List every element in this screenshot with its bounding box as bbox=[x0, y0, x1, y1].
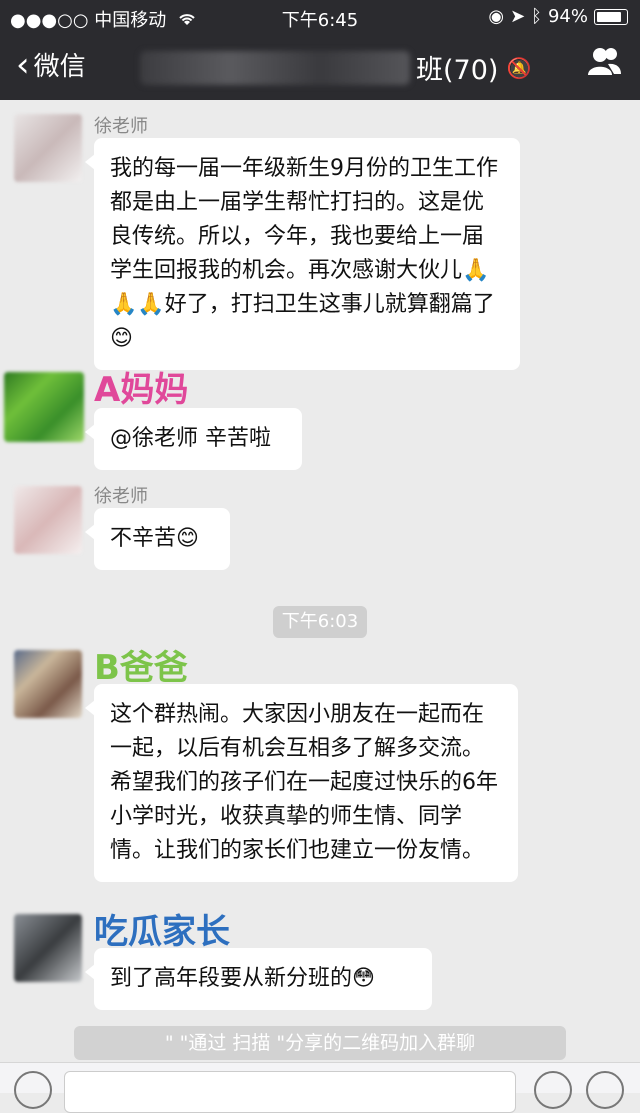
avatar[interactable] bbox=[14, 650, 82, 718]
message-input[interactable] bbox=[64, 1071, 516, 1113]
people-icon bbox=[588, 48, 621, 75]
chevron-left-icon: ‹ bbox=[16, 44, 30, 85]
avatar[interactable] bbox=[14, 114, 82, 182]
message-bubble[interactable]: 不辛苦😊 bbox=[85, 508, 230, 570]
battery-icon bbox=[594, 8, 628, 25]
plus-icon[interactable] bbox=[586, 1071, 624, 1109]
voice-icon[interactable] bbox=[14, 1071, 52, 1109]
bluetooth-icon: ᛒ bbox=[531, 6, 542, 27]
message-bubble[interactable]: 这个群热闹。大家因小朋友在一起而在一起，以后有机会互相多了解多交流。希望我们的孩… bbox=[85, 684, 518, 882]
status-bar: ●●●○○ 中国移动 下午6:45 ◉ ➤ ᛒ 94% bbox=[0, 0, 640, 32]
chat-area[interactable]: 徐老师 我的每一届一年级新生9月份的卫生工作都是由上一届学生帮忙打扫的。这是优良… bbox=[0, 100, 640, 1060]
system-join-notice: " "通过 扫描 "分享的二维码加入群聊 bbox=[74, 1026, 566, 1060]
sender-name: 徐老师 bbox=[94, 486, 148, 507]
message-bubble[interactable]: 我的每一届一年级新生9月份的卫生工作都是由上一届学生帮忙打扫的。这是优良传统。所… bbox=[85, 138, 520, 370]
location-icon: ➤ bbox=[510, 6, 526, 27]
avatar[interactable] bbox=[14, 914, 82, 982]
input-bar bbox=[0, 1062, 640, 1113]
chat-title: 班(70) 🔕 bbox=[140, 48, 531, 87]
message-bubble[interactable]: @徐老师 辛苦啦 bbox=[85, 408, 302, 470]
mute-bell-icon: 🔕 bbox=[506, 55, 532, 80]
group-members-button[interactable] bbox=[586, 46, 622, 80]
avatar[interactable] bbox=[4, 372, 84, 442]
sender-name: A妈妈 bbox=[94, 370, 189, 410]
battery-percent: 94% bbox=[547, 6, 588, 27]
message-bubble[interactable]: 到了高年段要从新分班的😳 bbox=[85, 948, 432, 1010]
sender-name: 徐老师 bbox=[94, 116, 148, 137]
emoji-icon[interactable] bbox=[534, 1071, 572, 1109]
status-right: ◉ ➤ ᛒ 94% bbox=[488, 6, 628, 27]
chat-header: ‹ 微信 班(70) 🔕 bbox=[0, 32, 640, 100]
sender-name: B爸爸 bbox=[94, 648, 188, 688]
title-suffix: 班(70) bbox=[416, 55, 499, 86]
timestamp-chip: 下午6:03 bbox=[273, 606, 367, 638]
redacted-title bbox=[140, 50, 410, 85]
back-label: 微信 bbox=[33, 52, 86, 82]
avatar[interactable] bbox=[14, 486, 82, 554]
lock-rotation-icon: ◉ bbox=[488, 6, 505, 27]
back-button[interactable]: ‹ 微信 bbox=[16, 46, 86, 83]
sender-name: 吃瓜家长 bbox=[94, 912, 230, 952]
